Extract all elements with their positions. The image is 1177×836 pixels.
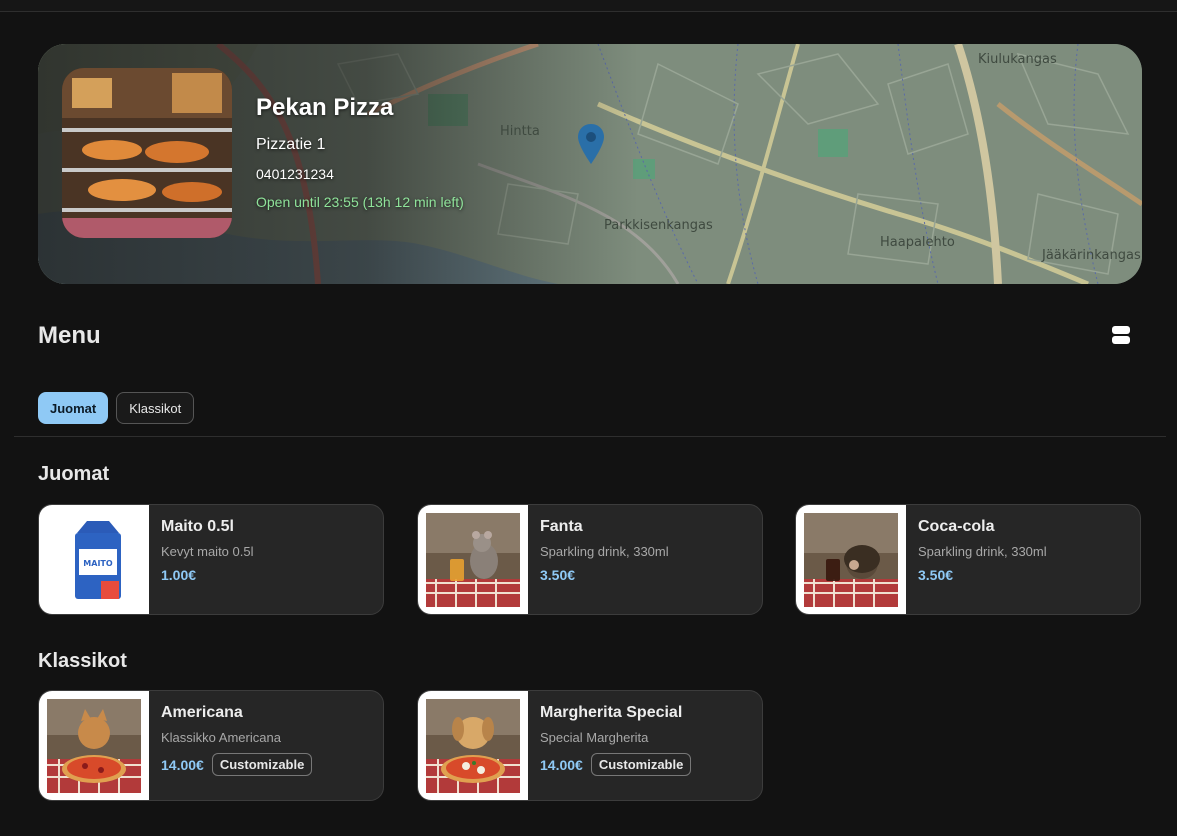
item-description: Sparkling drink, 330ml bbox=[918, 544, 1047, 559]
item-name: Maito 0.5l bbox=[161, 518, 234, 535]
item-name: Fanta bbox=[540, 518, 583, 535]
svg-text:MAITO: MAITO bbox=[83, 559, 113, 568]
restaurant-name: Pekan Pizza bbox=[256, 94, 394, 121]
menu-item-card[interactable]: Fanta Sparkling drink, 330ml 3.50€ bbox=[417, 504, 763, 615]
item-price: 14.00€ bbox=[540, 756, 583, 773]
divider bbox=[14, 436, 1166, 437]
item-price: 3.50€ bbox=[918, 567, 954, 583]
menu-item-card[interactable]: MAITO Maito 0.5l Kevyt maito 0.5l 1.00€ bbox=[38, 504, 384, 615]
item-description: Sparkling drink, 330ml bbox=[540, 544, 669, 559]
opening-status: Open until 23:55 (13h 12 min left) bbox=[256, 194, 464, 210]
tab-klassikot[interactable]: Klassikot bbox=[116, 392, 195, 424]
menu-item-card[interactable]: Americana Klassikko Americana 14.00€ Cus… bbox=[38, 690, 384, 801]
item-image-fanta bbox=[418, 505, 528, 614]
item-image-margherita bbox=[418, 691, 528, 800]
item-image-coca-cola bbox=[796, 505, 906, 614]
item-image-americana bbox=[39, 691, 149, 800]
customizable-badge: Customizable bbox=[590, 753, 692, 776]
item-name: Coca-cola bbox=[918, 518, 995, 535]
map-label-hintta: Hintta bbox=[500, 124, 540, 139]
location-pin-icon bbox=[578, 124, 604, 169]
map-label-kiulukangas: Kiulukangas bbox=[978, 52, 1057, 67]
restaurant-info: Pekan Pizza Pizzatie 1 0401231234 Open u… bbox=[256, 94, 464, 210]
item-price: 3.50€ bbox=[540, 567, 576, 583]
section-title-juomat: Juomat bbox=[38, 463, 110, 485]
restaurant-address: Pizzatie 1 bbox=[256, 136, 326, 153]
list-view-icon[interactable] bbox=[1112, 326, 1132, 346]
item-image-milk: MAITO bbox=[39, 505, 149, 614]
restaurant-header: Kiulukangas Hintta Parkkisenkangas Haapa… bbox=[38, 44, 1142, 284]
item-price: 1.00€ bbox=[161, 567, 197, 583]
item-price: 14.00€ bbox=[161, 756, 204, 773]
item-name: Margherita Special bbox=[540, 704, 683, 721]
section-title-klassikot: Klassikot bbox=[38, 650, 127, 672]
map-label-haapalehto: Haapalehto bbox=[880, 235, 955, 250]
map-label-parkkisenkangas: Parkkisenkangas bbox=[604, 218, 713, 233]
item-description: Special Margherita bbox=[540, 730, 649, 745]
top-bar bbox=[0, 0, 1177, 12]
category-tabs: Juomat Klassikot bbox=[38, 392, 195, 424]
tab-juomat[interactable]: Juomat bbox=[38, 392, 109, 424]
item-description: Kevyt maito 0.5l bbox=[161, 544, 254, 559]
restaurant-phone[interactable]: 0401231234 bbox=[256, 166, 464, 182]
menu-title: Menu bbox=[38, 322, 101, 349]
map-label-jaakarinkangas: Jääkärinkangas bbox=[1042, 248, 1141, 263]
menu-item-card[interactable]: Coca-cola Sparkling drink, 330ml 3.50€ bbox=[795, 504, 1141, 615]
menu-item-card[interactable]: Margherita Special Special Margherita 14… bbox=[417, 690, 763, 801]
item-description: Klassikko Americana bbox=[161, 730, 281, 745]
item-name: Americana bbox=[161, 704, 243, 721]
customizable-badge: Customizable bbox=[211, 753, 313, 776]
restaurant-photo bbox=[62, 68, 232, 238]
